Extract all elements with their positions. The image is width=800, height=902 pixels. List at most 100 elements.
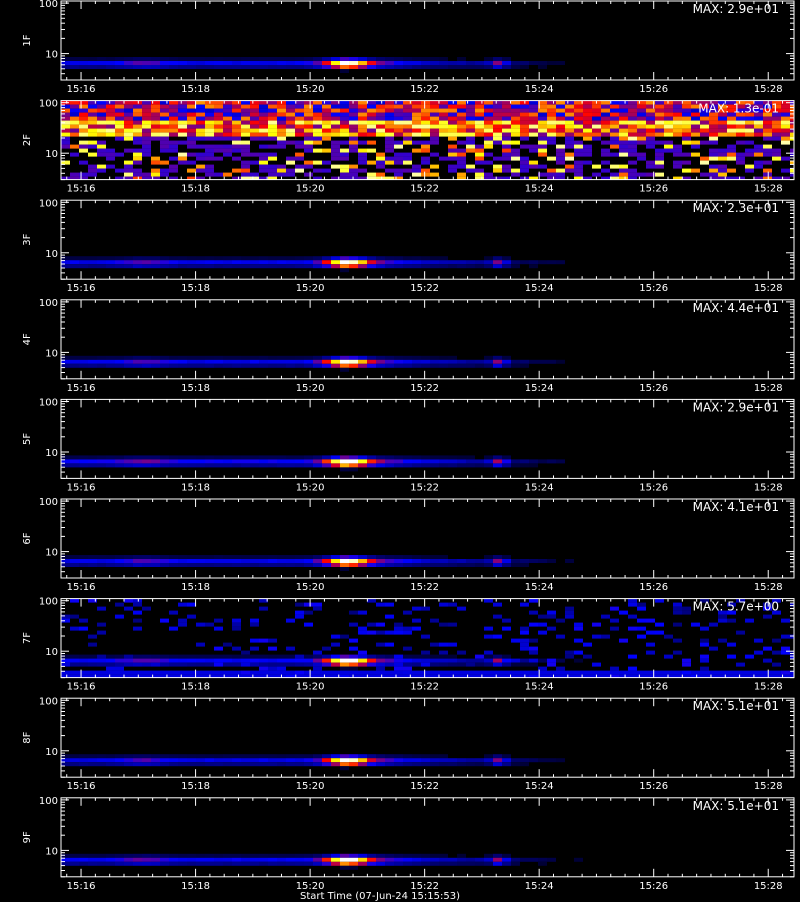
heatmap-cell [286, 658, 295, 663]
heatmap-cell [457, 57, 466, 61]
heatmap-cell [70, 112, 79, 117]
heatmap-cell [709, 164, 718, 169]
heatmap-cell [529, 650, 538, 655]
heatmap-cell [295, 555, 304, 559]
heatmap-cell [304, 654, 313, 659]
heatmap-cell [313, 606, 322, 611]
heatmap-cell [565, 104, 574, 109]
heatmap-cell [421, 128, 430, 133]
heatmap-cell [79, 124, 88, 129]
heatmap-cell [214, 559, 223, 563]
heatmap-cell [340, 172, 349, 177]
heatmap-cell [592, 116, 601, 121]
heatmap-cell [619, 136, 628, 141]
heatmap-cell [70, 758, 79, 763]
heatmap-cell [142, 57, 151, 61]
heatmap-cell [61, 853, 70, 858]
heatmap-cell [763, 670, 772, 675]
heatmap-cell [691, 132, 700, 137]
heatmap-cell [241, 355, 250, 360]
heatmap-cell [151, 108, 160, 113]
heatmap-cell [70, 260, 79, 265]
heatmap-cell [205, 355, 214, 360]
heatmap-cell [385, 100, 394, 105]
heatmap-cell [196, 455, 205, 460]
heatmap-cell [340, 264, 349, 269]
heatmap-cell [115, 670, 124, 675]
heatmap-cell [232, 108, 241, 113]
heatmap-cell [259, 61, 268, 65]
heatmap-cell [484, 152, 493, 157]
heatmap-cell [259, 152, 268, 157]
heatmap-cell [493, 260, 502, 265]
heatmap-cell [529, 112, 538, 117]
heatmap-cell [151, 57, 160, 61]
heatmap-cell [457, 140, 466, 145]
heatmap-cell [403, 156, 412, 161]
heatmap-cell [331, 65, 340, 69]
heatmap-cell [142, 116, 151, 121]
heatmap-cell [169, 148, 178, 153]
heatmap-cell [115, 108, 124, 113]
heatmap-cell [421, 264, 430, 269]
heatmap-cell [547, 112, 556, 117]
heatmap-cell [97, 758, 106, 763]
heatmap-cell [475, 260, 484, 265]
heatmap-cell [709, 132, 718, 137]
heatmap-cell [205, 455, 214, 460]
heatmap-cell [367, 108, 376, 113]
heatmap-cell [745, 654, 754, 659]
heatmap-cell [412, 853, 421, 858]
heatmap-cell [727, 152, 736, 157]
heatmap-cell [268, 128, 277, 133]
heatmap-cell [772, 116, 781, 121]
heatmap-cell [493, 61, 502, 65]
heatmap-cell [313, 650, 322, 655]
heatmap-cell [394, 559, 403, 563]
heatmap-cell [304, 124, 313, 129]
heatmap-cell [214, 108, 223, 113]
heatmap-cell [421, 634, 430, 639]
heatmap-cell [412, 108, 421, 113]
heatmap-cell [448, 563, 457, 567]
heatmap-cell [646, 132, 655, 137]
heatmap-cell [70, 363, 79, 368]
heatmap-cell [70, 61, 79, 65]
heatmap-cell [448, 260, 457, 265]
heatmap-cell [574, 622, 583, 627]
heatmap-cell [304, 116, 313, 121]
heatmap-cell [313, 654, 322, 659]
heatmap-cell [430, 618, 439, 623]
heatmap-cell [457, 758, 466, 763]
heatmap-cell [493, 140, 502, 145]
heatmap-cell [403, 152, 412, 157]
heatmap-cell [232, 124, 241, 129]
heatmap-cell [457, 152, 466, 157]
heatmap-cell [772, 136, 781, 141]
heatmap-cell [79, 104, 88, 109]
heatmap-cell [376, 128, 385, 133]
heatmap-cell [448, 363, 457, 368]
heatmap-cell [655, 622, 664, 627]
heatmap-cell [223, 57, 232, 61]
heatmap-cell [187, 124, 196, 129]
heatmap-cell [214, 654, 223, 659]
heatmap-cells [61, 555, 574, 571]
heatmap-cell [178, 559, 187, 563]
heatmap-cell [520, 124, 529, 129]
spectrogram-stack: 1010015:16 15:18 15:20 15:22 15:24 15:26 15:28… [22, 0, 795, 892]
heatmap-cell [340, 128, 349, 133]
heatmap-cell [538, 658, 547, 663]
heatmap-cell [115, 658, 124, 663]
heatmap-cell [295, 602, 304, 607]
heatmap-cell [601, 152, 610, 157]
heatmap-cell [142, 463, 151, 468]
heatmap-cell [565, 132, 574, 137]
heatmap-cell [340, 120, 349, 125]
heatmap-cell [124, 654, 133, 659]
y-tick-label: 10 [45, 249, 58, 260]
heatmap-cell [79, 100, 88, 105]
heatmap-cell [340, 363, 349, 368]
heatmap-cell [412, 459, 421, 464]
heatmap-cell [439, 264, 448, 269]
